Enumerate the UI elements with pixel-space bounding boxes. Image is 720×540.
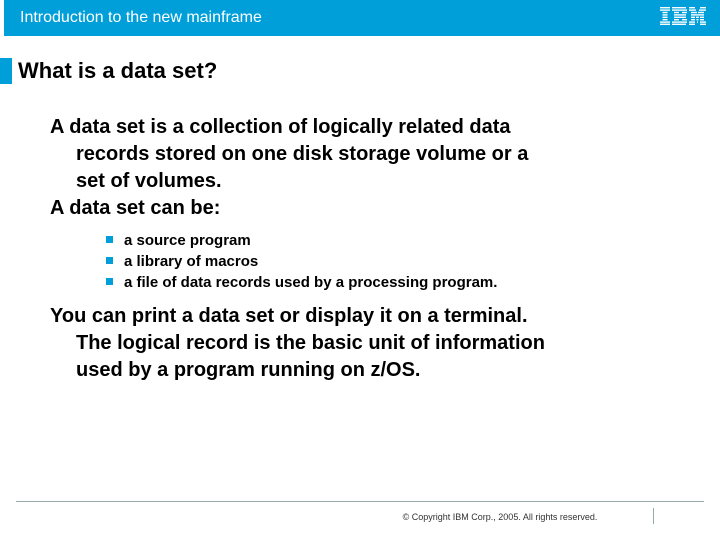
para3-line3: used by a program running on z/OS. [50,357,670,384]
header-bar: Introduction to the new mainframe [0,0,720,36]
para1-line2: records stored on one disk storage volum… [50,141,670,168]
paragraph-1: A data set is a collection of logically … [50,114,670,195]
para1-line1: A data set is a collection of logically … [50,114,670,141]
bullet-list: a source program a library of macros a f… [106,230,670,293]
footer-tick-mark [653,508,654,524]
slide-title: What is a data set? [18,58,217,84]
list-item: a file of data records used by a process… [106,272,670,293]
paragraph-3: You can print a data set or display it o… [50,303,670,384]
list-item: a library of macros [106,251,670,272]
para3-line2: The logical record is the basic unit of … [50,330,670,357]
paragraph-2: A data set can be: [50,195,670,222]
list-item: a source program [106,230,670,251]
para1-line3: set of volumes. [50,168,670,195]
ibm-logo-icon [660,7,706,30]
para3-line1: You can print a data set or display it o… [50,303,670,330]
title-row: What is a data set? [0,58,720,84]
footer: © Copyright IBM Corp., 2005. All rights … [16,501,704,522]
header-title: Introduction to the new mainframe [20,9,262,27]
copyright-text: © Copyright IBM Corp., 2005. All rights … [16,512,704,522]
slide-content: A data set is a collection of logically … [0,84,720,384]
footer-divider [16,501,704,502]
title-accent-bar [0,58,12,84]
